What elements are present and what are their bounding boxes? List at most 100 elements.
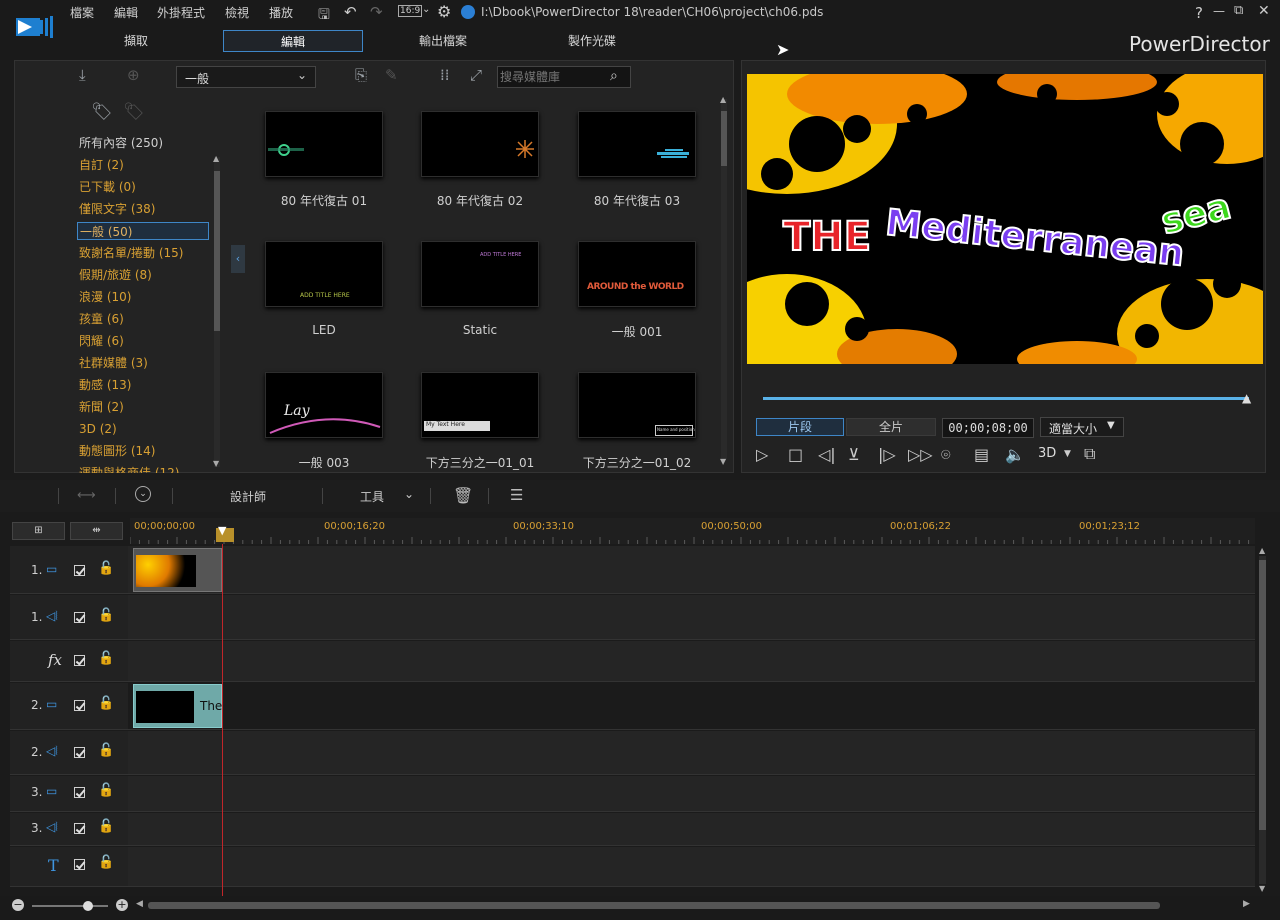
track-lock-icon[interactable]: 🔓 <box>98 696 114 711</box>
scroll-left-arrow-icon[interactable]: ◀ <box>136 899 143 909</box>
template-thumbnail[interactable] <box>421 111 539 177</box>
previous-frame-icon[interactable]: ◁| <box>818 445 836 464</box>
subtitle-toggle-icon[interactable]: ▤ <box>974 445 989 464</box>
fit-timeline-button[interactable]: ⇹ <box>70 522 123 540</box>
menu-playback[interactable]: 播放 <box>269 4 293 21</box>
redo-icon[interactable]: ↷ <box>370 3 383 21</box>
library-search-field[interactable]: ⌕ <box>497 66 631 88</box>
category-custom[interactable]: 自訂 (2) <box>77 156 209 174</box>
import-media-icon[interactable]: ⤓ <box>79 68 86 83</box>
aspect-ratio-button[interactable]: 16:9 <box>398 5 423 17</box>
category-3d[interactable]: 3D (2) <box>77 420 209 438</box>
category-news[interactable]: 新聞 (2) <box>77 398 209 416</box>
movie-mode-button[interactable]: 全片 <box>846 418 936 436</box>
timeline-horizontal-scrollbar[interactable] <box>148 902 1160 909</box>
menu-view[interactable]: 檢視 <box>225 4 249 21</box>
template-thumbnail[interactable] <box>265 111 383 177</box>
playhead-arrow-icon[interactable]: ▼ <box>218 524 226 537</box>
track-lock-icon[interactable]: 🔓 <box>98 855 114 870</box>
track-lock-icon[interactable]: 🔓 <box>98 651 114 666</box>
collapse-panel-button[interactable]: ‹ <box>231 245 245 273</box>
snapshot-camera-icon[interactable]: ⌾ <box>941 445 951 465</box>
template-thumbnail[interactable]: Lay <box>265 372 383 438</box>
undo-icon[interactable]: ↶ <box>344 3 357 21</box>
menu-file[interactable]: 檔案 <box>70 4 94 21</box>
notification-icon[interactable] <box>461 5 475 19</box>
new-title-template-icon[interactable]: ⎘ <box>355 68 367 83</box>
track-lock-icon[interactable]: 🔓 <box>98 819 114 834</box>
playhead-handle[interactable]: ▲ <box>1242 391 1251 405</box>
category-sports[interactable]: 運動與格商佳 (12) <box>77 464 209 473</box>
clip-mode-button[interactable]: 片段 <box>756 418 844 436</box>
track-audio-3[interactable]: 3. ◁⦚ 🔓 <box>10 813 1255 846</box>
track-lock-icon[interactable]: 🔓 <box>98 608 114 623</box>
add-tag-icon[interactable]: 🏷 <box>91 104 113 121</box>
track-enable-checkbox[interactable] <box>74 747 85 758</box>
category-kids[interactable]: 孩童 (6) <box>77 310 209 328</box>
track-video-1[interactable]: 1. ▭ 🔓 <box>10 546 1255 594</box>
dropdown-circle-icon[interactable]: ⌄ <box>135 486 151 502</box>
track-title[interactable]: T 🔓 <box>10 847 1255 887</box>
category-dynamic[interactable]: 動感 (13) <box>77 376 209 394</box>
timeline-ruler[interactable]: 00;00;00;00 00;00;16;20 00;00;33;10 00;0… <box>130 518 1255 544</box>
storyboard-view-button[interactable]: ⊞ <box>12 522 65 540</box>
library-search-input[interactable] <box>500 68 604 86</box>
view-mode-grid-icon[interactable]: ⁞⁞ <box>440 68 450 83</box>
track-video-2[interactable]: 2. ▭ 🔓 The <box>10 683 1255 730</box>
video-clip[interactable] <box>133 548 222 592</box>
template-thumbnail[interactable]: ADD TITLE HERE <box>265 241 383 307</box>
category-downloaded[interactable]: 已下載 (0) <box>77 178 209 196</box>
tools-dropdown-chevron-icon[interactable]: ⌄ <box>404 487 414 501</box>
tab-produce[interactable]: 輸出檔案 <box>373 30 513 52</box>
timecode-display[interactable]: 00;00;08;00 <box>942 418 1034 438</box>
scroll-thumb[interactable] <box>214 171 220 331</box>
split-tool-icon[interactable]: ⟷ <box>77 488 96 503</box>
chevron-down-icon[interactable]: ⌄ <box>422 4 430 15</box>
track-enable-checkbox[interactable] <box>74 859 85 870</box>
designer-button[interactable]: 設計師 <box>230 488 266 505</box>
menu-plugins[interactable]: 外掛程式 <box>157 4 205 21</box>
category-all[interactable]: 所有內容 (250) <box>77 134 209 152</box>
category-motion-graphics[interactable]: 動態圖形 (14) <box>77 442 209 460</box>
preview-progress-track[interactable] <box>763 397 1249 400</box>
scroll-up-arrow-icon[interactable]: ▲ <box>213 154 219 163</box>
restore-button[interactable]: ⧉ <box>1234 3 1243 18</box>
timeline-vertical-scrollbar[interactable] <box>1259 556 1266 884</box>
scroll-thumb[interactable] <box>721 111 727 166</box>
clip-list-icon[interactable]: ☰ <box>510 486 523 504</box>
scroll-up-arrow-icon[interactable]: ▲ <box>1259 546 1265 555</box>
delete-trash-icon[interactable]: 🗑 <box>453 486 473 505</box>
remove-tag-icon[interactable]: 🏷 <box>123 104 145 121</box>
scroll-up-arrow-icon[interactable]: ▲ <box>720 95 726 104</box>
track-enable-checkbox[interactable] <box>74 565 85 576</box>
fullscreen-library-icon[interactable]: ⤢ <box>470 68 482 83</box>
category-scrollbar[interactable] <box>214 157 220 467</box>
category-travel[interactable]: 假期/旅遊 (8) <box>77 266 209 284</box>
zoom-in-icon[interactable]: + <box>116 899 128 911</box>
template-thumbnail[interactable]: Name and position <box>578 372 696 438</box>
category-social[interactable]: 社群媒體 (3) <box>77 354 209 372</box>
next-frame-icon[interactable]: |▷ <box>878 445 896 464</box>
template-thumbnail[interactable]: My Text Here <box>421 372 539 438</box>
track-enable-checkbox[interactable] <box>74 612 85 623</box>
scroll-down-arrow-icon[interactable]: ▼ <box>213 459 219 468</box>
scroll-right-arrow-icon[interactable]: ▶ <box>1243 899 1250 909</box>
track-audio-2[interactable]: 2. ◁⦚ 🔓 <box>10 731 1255 775</box>
track-lock-icon[interactable]: 🔓 <box>98 783 114 798</box>
play-icon[interactable]: ▷ <box>756 445 768 464</box>
tab-capture[interactable]: 擷取 <box>66 30 206 52</box>
category-sparkle[interactable]: 閃耀 (6) <box>77 332 209 350</box>
stop-icon[interactable]: □ <box>788 445 803 464</box>
search-icon[interactable]: ⌕ <box>610 68 618 84</box>
title-clip[interactable]: The <box>133 684 222 728</box>
tools-button[interactable]: 工具 <box>360 488 384 505</box>
zoom-slider-track[interactable] <box>32 905 108 907</box>
fit-size-dropdown[interactable]: 適當大小 ▼ <box>1040 417 1124 437</box>
undock-preview-icon[interactable]: ⧉ <box>1084 444 1095 464</box>
scroll-down-arrow-icon[interactable]: ▼ <box>1259 884 1265 893</box>
template-thumbnail[interactable]: ADD TITLE HERE <box>421 241 539 307</box>
save-icon[interactable]: 🖫 <box>318 4 330 28</box>
grid-scrollbar[interactable] <box>721 99 727 459</box>
template-thumbnail[interactable] <box>578 111 696 177</box>
menu-edit[interactable]: 編輯 <box>114 4 138 21</box>
